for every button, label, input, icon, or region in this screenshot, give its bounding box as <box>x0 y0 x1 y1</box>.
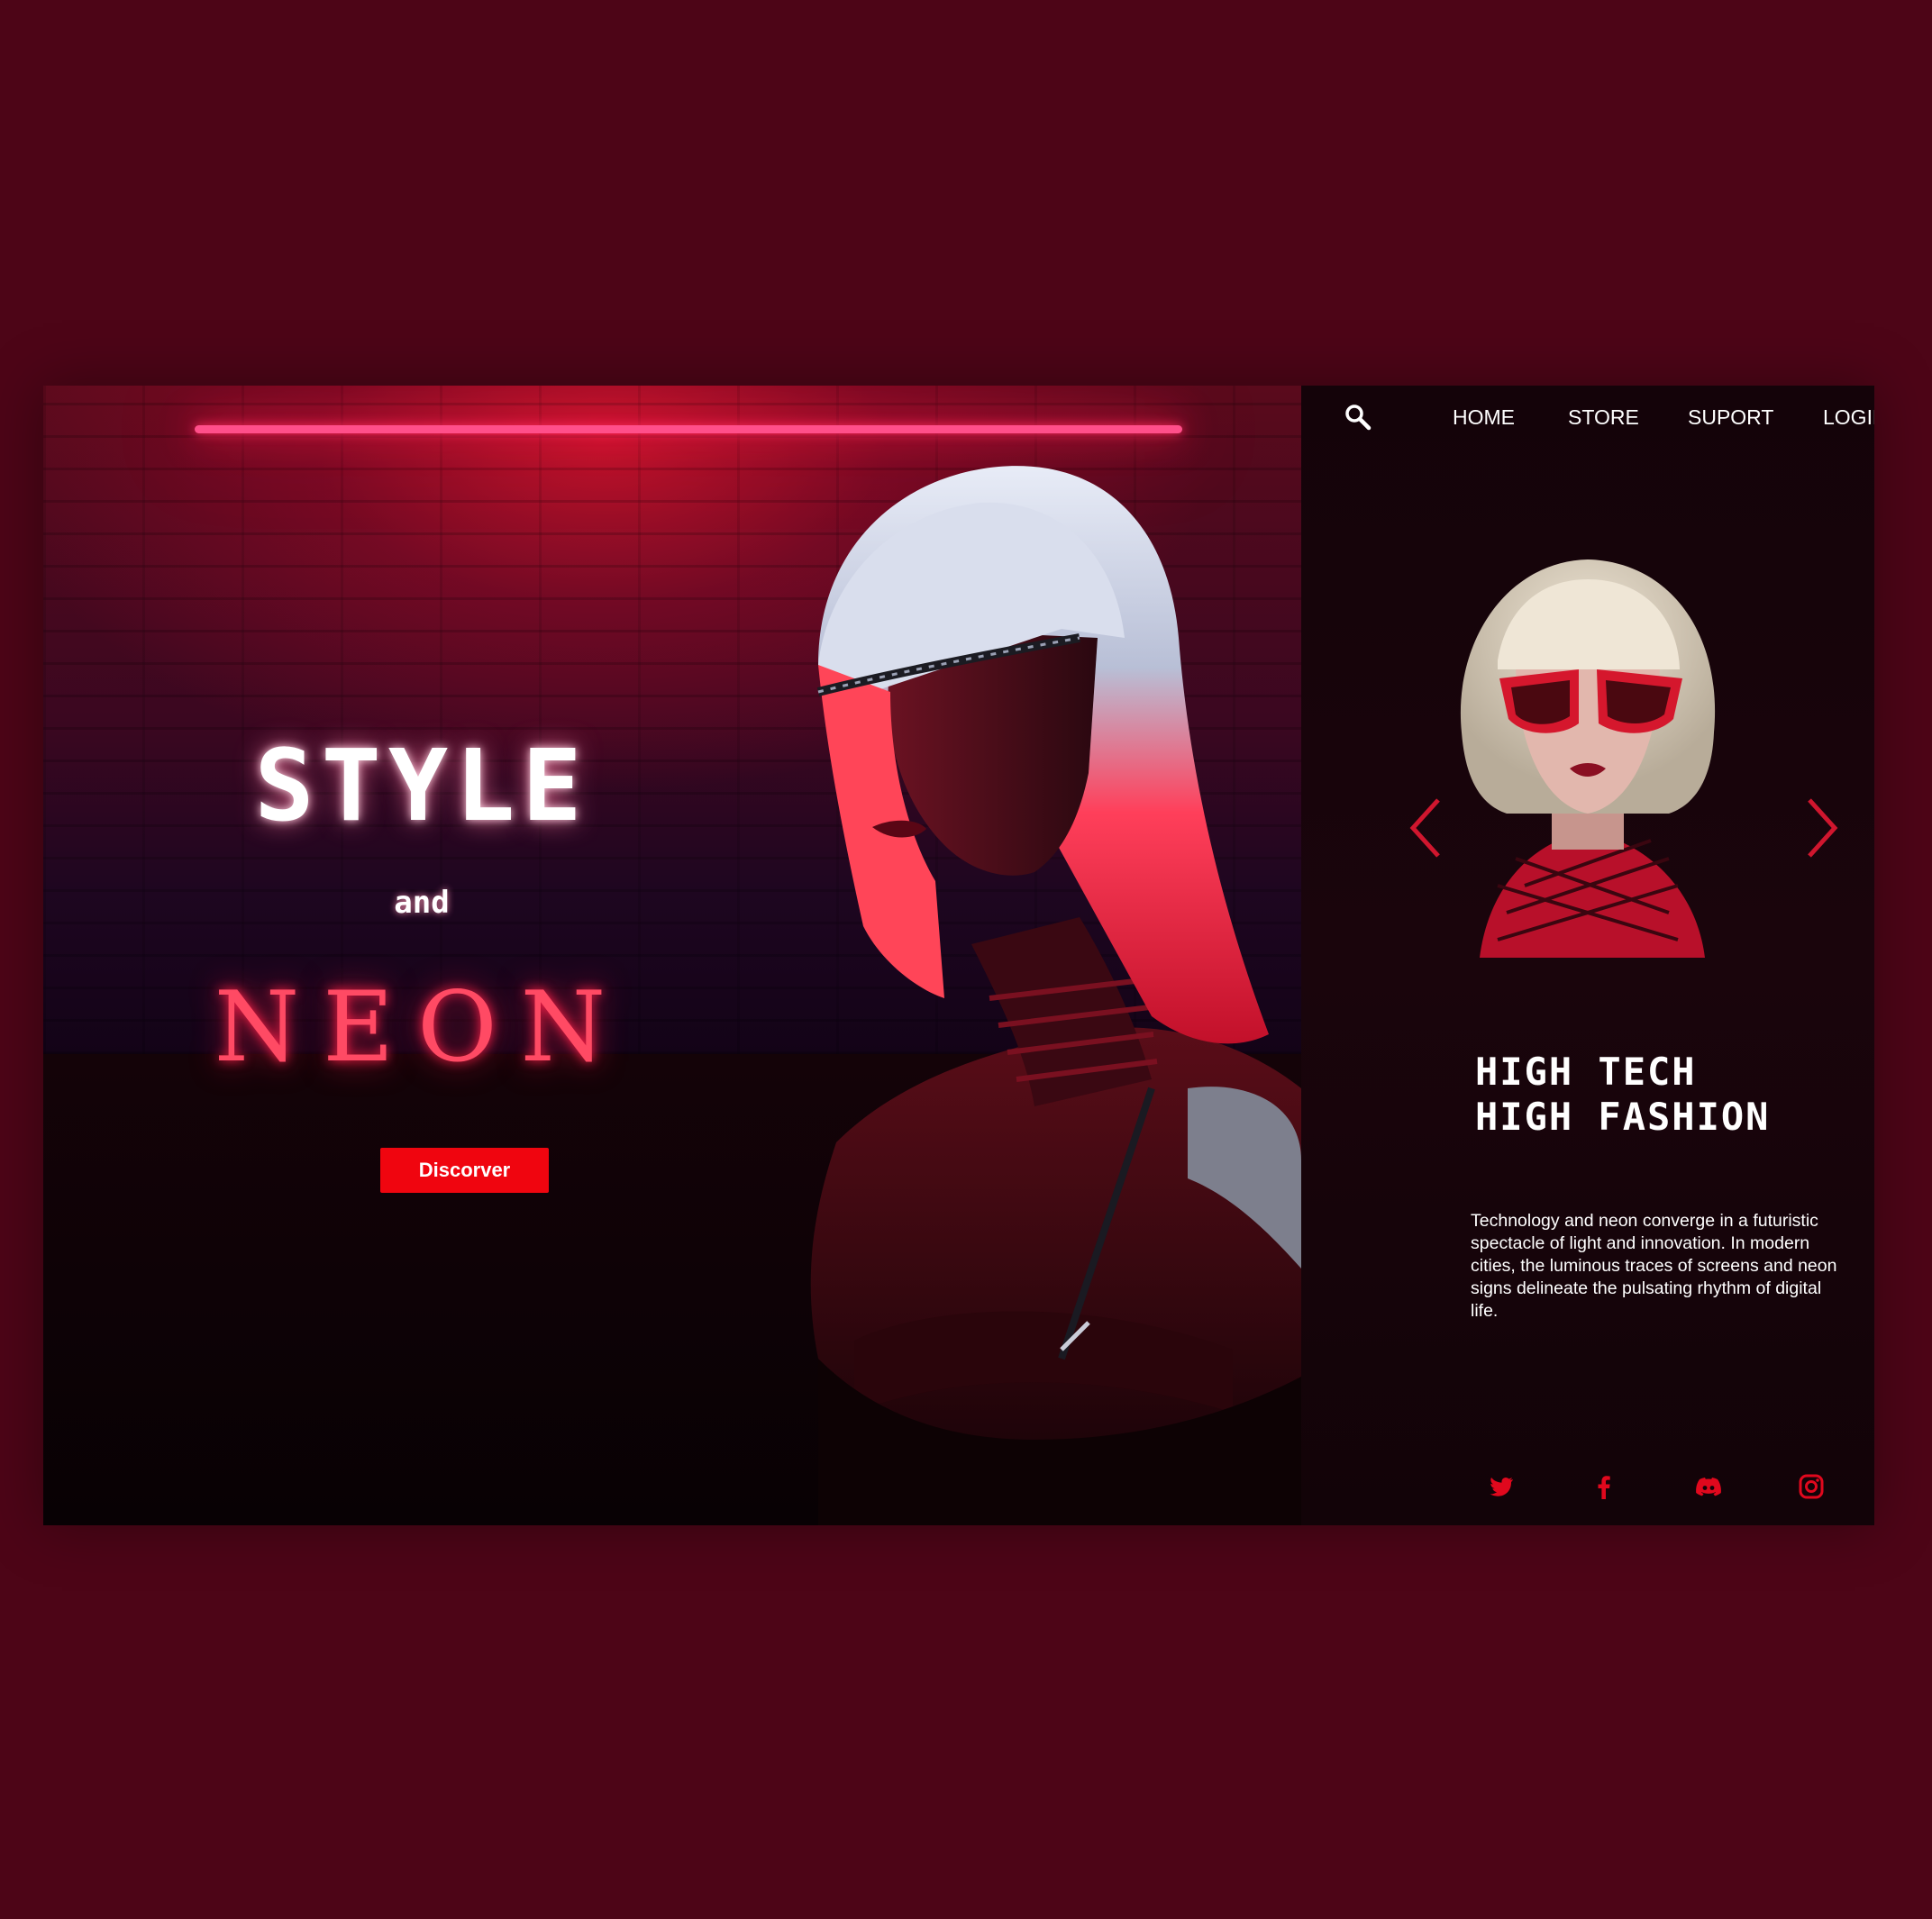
chevron-right-icon[interactable] <box>1804 796 1840 859</box>
nav-store[interactable]: STORE <box>1568 405 1639 430</box>
neon-light-bar <box>195 425 1182 433</box>
hero-title-neon: NEON <box>214 971 630 1084</box>
feature-headline: HIGH TECH HIGH FASHION <box>1475 1050 1770 1140</box>
feature-description: Technology and neon converge in a futuri… <box>1471 1210 1837 1321</box>
hero-model-image <box>810 466 1301 1525</box>
facebook-icon[interactable] <box>1590 1472 1618 1501</box>
landing-page-frame: STYLE and NEON Discorver HOME STORE SUPO… <box>43 386 1874 1525</box>
side-panel: HOME STORE SUPORT LOGIN <box>1301 386 1874 1525</box>
top-nav: HOME STORE SUPORT LOGIN <box>1301 402 1874 434</box>
discover-button[interactable]: Discorver <box>380 1148 549 1193</box>
social-links <box>1301 1472 1874 1503</box>
headline-line-1: HIGH TECH <box>1475 1050 1697 1094</box>
hero-title-style: STYLE <box>254 728 589 843</box>
twitter-icon[interactable] <box>1487 1472 1516 1501</box>
nav-login[interactable]: LOGIN <box>1823 405 1874 430</box>
hero-section: STYLE and NEON Discorver <box>43 386 1301 1525</box>
discord-icon[interactable] <box>1694 1472 1723 1501</box>
carousel-model-image <box>1460 559 1716 958</box>
nav-support[interactable]: SUPORT <box>1688 405 1773 430</box>
nav-home[interactable]: HOME <box>1453 405 1515 430</box>
hero-title-and: and <box>394 885 450 921</box>
headline-line-2: HIGH FASHION <box>1475 1095 1771 1139</box>
search-icon[interactable] <box>1344 404 1372 431</box>
chevron-left-icon[interactable] <box>1408 796 1444 859</box>
instagram-icon[interactable] <box>1797 1472 1826 1501</box>
